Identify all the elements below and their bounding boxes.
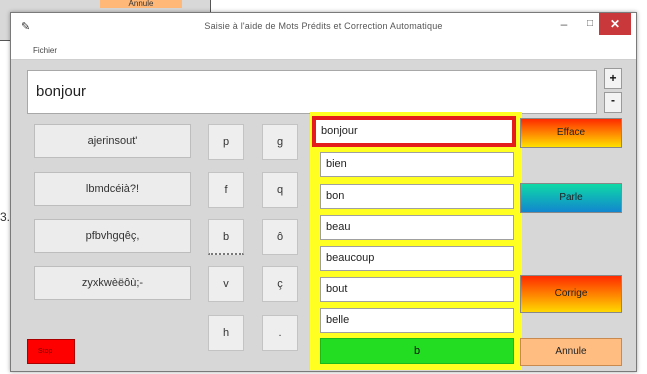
suggestion-item[interactable]: bien (320, 152, 514, 177)
key-button[interactable]: g (262, 124, 298, 160)
key-button[interactable]: . (262, 315, 298, 351)
window-content: bonjour + - ajerinsout' lbmdcéià?! pfbvh… (10, 12, 635, 370)
suggestion-item-selected[interactable]: bonjour (312, 116, 516, 147)
group-button-4[interactable]: zyxkwèëôù;- (34, 266, 191, 300)
corrige-button[interactable]: Corrige (520, 275, 622, 313)
suggestion-item[interactable]: bon (320, 184, 514, 209)
text-display[interactable]: bonjour (27, 70, 597, 114)
text-display-value: bonjour (36, 83, 87, 100)
font-increase-button[interactable]: + (604, 68, 622, 89)
key-button-selected[interactable]: b (208, 219, 244, 255)
group-button-3[interactable]: pfbvhgqêç, (34, 219, 191, 253)
key-button[interactable]: p (208, 124, 244, 160)
background-annule-button: Annule (100, 0, 182, 8)
suggestion-item[interactable]: beaucoup (320, 246, 514, 271)
group-button-2[interactable]: lbmdcéià?! (34, 172, 191, 206)
background-stray-text: 3. (0, 210, 11, 224)
parle-button[interactable]: Parle (520, 183, 622, 213)
key-button[interactable]: v (208, 266, 244, 302)
annule-button[interactable]: Annule (520, 338, 622, 366)
key-button[interactable]: q (262, 172, 298, 208)
efface-button[interactable]: Efface (520, 118, 622, 148)
key-button[interactable]: f (208, 172, 244, 208)
suggestion-item[interactable]: bout (320, 277, 514, 302)
key-button[interactable]: ô (262, 219, 298, 255)
group-button-1[interactable]: ajerinsout' (34, 124, 191, 158)
suggestion-item[interactable]: belle (320, 308, 514, 333)
key-button[interactable]: ç (262, 266, 298, 302)
font-decrease-button[interactable]: - (604, 92, 622, 113)
current-letter-display: b (320, 338, 514, 364)
stop-button[interactable]: Stop (27, 339, 75, 364)
key-button[interactable]: h (208, 315, 244, 351)
suggestion-item[interactable]: beau (320, 215, 514, 240)
